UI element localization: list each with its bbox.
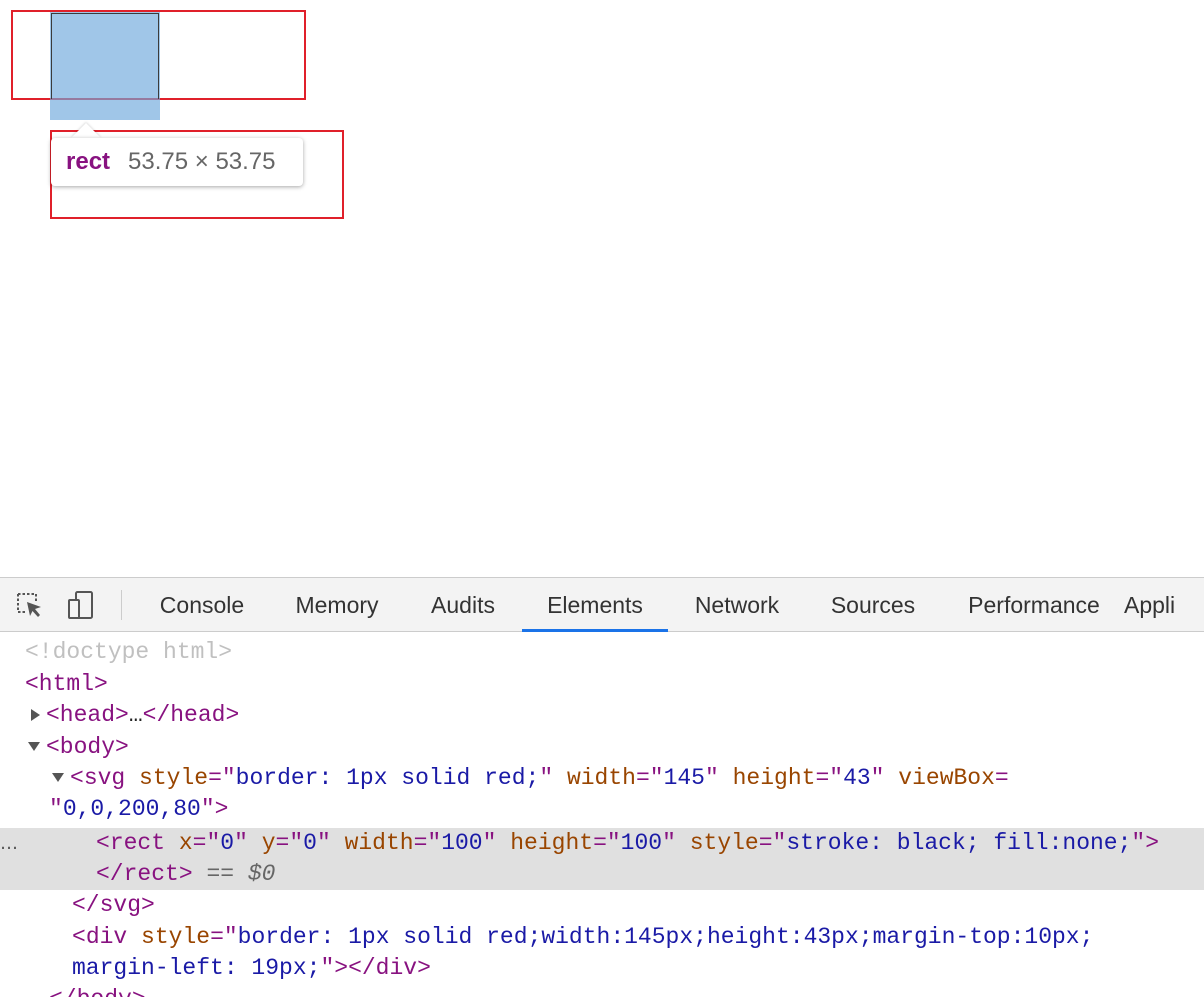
inspect-element-icon[interactable] bbox=[14, 590, 44, 620]
body-open-tag: <body> bbox=[46, 734, 129, 760]
rect-value-x: 0 bbox=[220, 830, 235, 856]
rect-attr-x: x bbox=[178, 830, 193, 856]
svg-value-width: 145 bbox=[663, 765, 705, 791]
elements-dom-tree: <!doctype html> <html> <head>…</head> <b… bbox=[0, 632, 1204, 997]
dom-node-rect-close[interactable]: </rect> == $0 bbox=[0, 859, 1204, 890]
dom-node-div-wrap[interactable]: margin-left: 19px;"></div> bbox=[0, 953, 1204, 984]
tab-application[interactable]: Appli bbox=[1124, 578, 1204, 631]
rect-value-y: 0 bbox=[303, 830, 317, 856]
page-viewport: rect 53.75 × 53.75 bbox=[0, 0, 1204, 577]
body-close-tag: </body> bbox=[49, 986, 146, 997]
head-open-tag: <head> bbox=[46, 702, 129, 728]
dom-node-svg[interactable]: <svg style="border: 1px solid red;" widt… bbox=[0, 763, 1204, 794]
rect-value-width: 100 bbox=[441, 830, 483, 856]
node-actions-ellipsis[interactable]: … bbox=[0, 828, 18, 859]
rect-attr-height: height bbox=[510, 830, 594, 856]
dom-node-svg-close[interactable]: </svg> bbox=[0, 890, 1204, 921]
rect-tag-name: rect bbox=[109, 830, 166, 856]
div-close-tag: </div> bbox=[348, 955, 431, 981]
div-value-style-part2: margin-left: 19px; bbox=[72, 955, 321, 981]
tooltip-dimensions: 53.75 × 53.75 bbox=[128, 148, 276, 175]
rect-attr-y: y bbox=[261, 830, 276, 856]
svg-value-viewbox: 0,0,200,80 bbox=[62, 796, 201, 822]
rect-value-height: 100 bbox=[620, 830, 663, 856]
svg-attr-width: width bbox=[566, 765, 636, 791]
dom-node-svg-wrap[interactable]: "0,0,200,80"> bbox=[0, 794, 1204, 825]
div-tag-name: div bbox=[85, 924, 128, 950]
dom-node-rect-selected[interactable]: … <rect x="0" y="0" width="100" height="… bbox=[0, 828, 1204, 859]
svg-attr-height: height bbox=[732, 765, 816, 791]
tab-elements[interactable]: Elements bbox=[522, 578, 668, 632]
rect-close-tag: </rect> bbox=[96, 861, 193, 887]
svg-attr-style: style bbox=[139, 765, 209, 791]
inspect-tooltip: rect 53.75 × 53.75 bbox=[51, 138, 303, 186]
html-open-tag: <html> bbox=[25, 671, 108, 697]
svg-close-tag: </svg> bbox=[72, 892, 155, 918]
tooltip-arrow bbox=[71, 123, 101, 138]
tab-memory[interactable]: Memory bbox=[274, 578, 400, 631]
tab-console[interactable]: Console bbox=[138, 578, 266, 631]
head-collapsed-ellipsis[interactable]: … bbox=[129, 702, 143, 728]
tab-performance[interactable]: Performance bbox=[948, 578, 1120, 631]
svg-value-height: 43 bbox=[843, 765, 871, 791]
head-close-tag: </head> bbox=[142, 702, 240, 728]
devtools-panel: Console Memory Audits Elements Network S… bbox=[0, 577, 1204, 997]
collapse-arrow-icon[interactable] bbox=[52, 773, 64, 783]
toolbar-separator bbox=[121, 590, 122, 620]
rect-value-style: stroke: black; fill:none; bbox=[786, 830, 1132, 856]
tab-network[interactable]: Network bbox=[676, 578, 798, 631]
dom-node-doctype[interactable]: <!doctype html> bbox=[0, 637, 1204, 668]
expand-arrow-icon[interactable] bbox=[31, 708, 40, 721]
tab-sources[interactable]: Sources bbox=[812, 578, 934, 631]
dom-node-html[interactable]: <html> bbox=[0, 669, 1204, 700]
selected-node-marker: == $0 bbox=[206, 861, 276, 887]
rect-attr-width: width bbox=[344, 830, 414, 856]
device-toolbar-icon[interactable] bbox=[66, 590, 96, 620]
doctype-text: <!doctype html> bbox=[25, 639, 233, 665]
dom-node-body[interactable]: <body> bbox=[0, 732, 1204, 763]
collapse-arrow-icon[interactable] bbox=[28, 742, 40, 752]
svg-tag-name: svg bbox=[83, 765, 126, 791]
rect-attr-style: style bbox=[689, 830, 759, 856]
rect-stroke-outline bbox=[51, 13, 159, 99]
dom-node-body-close[interactable]: </body> bbox=[0, 984, 1204, 997]
dom-node-head[interactable]: <head>…</head> bbox=[0, 700, 1204, 731]
div-value-style-part1: border: 1px solid red;width:145px;height… bbox=[237, 924, 1094, 950]
tab-audits[interactable]: Audits bbox=[410, 578, 516, 631]
svg-value-style: border: 1px solid red; bbox=[235, 765, 540, 791]
devtools-toolbar: Console Memory Audits Elements Network S… bbox=[0, 578, 1204, 632]
svg-attr-viewbox: viewBox bbox=[898, 765, 995, 791]
tooltip-tag-name: rect bbox=[66, 148, 111, 175]
div-attr-style: style bbox=[141, 924, 211, 950]
dom-node-div[interactable]: <div style="border: 1px solid red;width:… bbox=[0, 922, 1204, 953]
